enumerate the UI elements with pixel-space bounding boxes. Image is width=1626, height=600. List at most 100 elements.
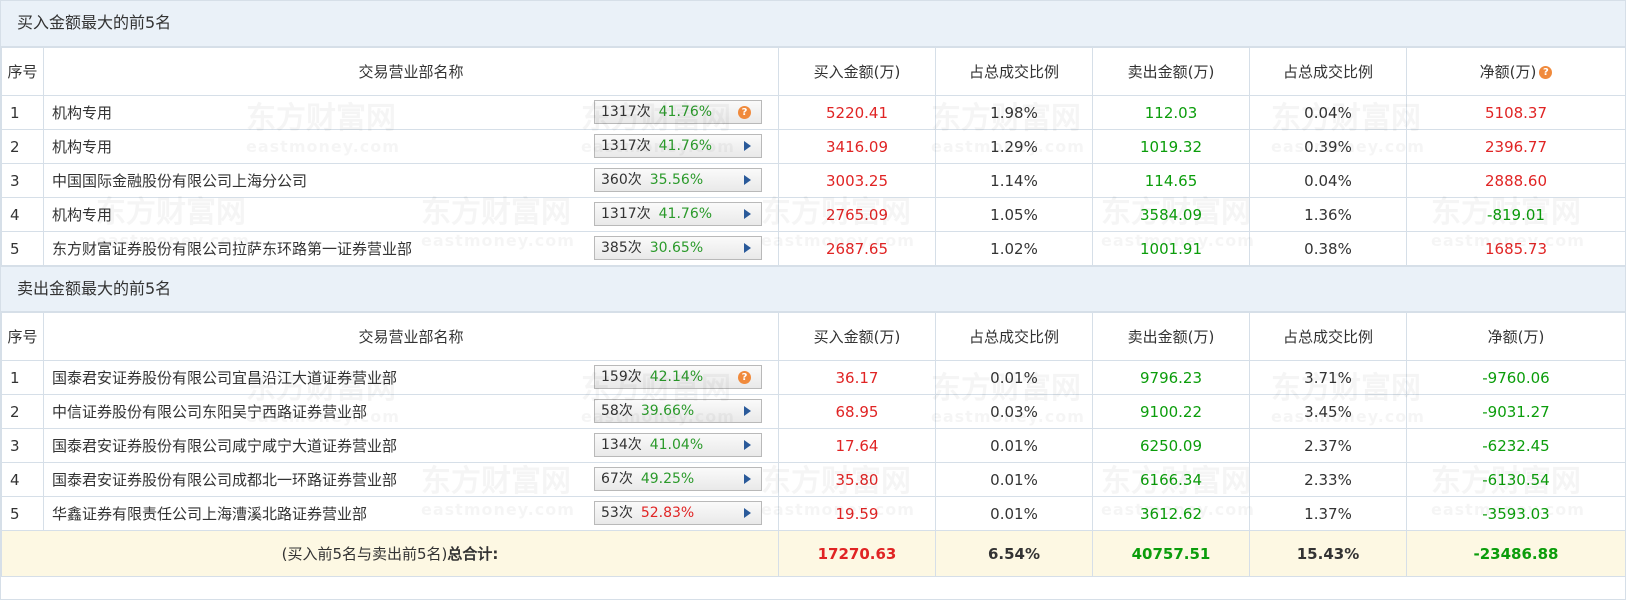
sell-ratio: 1.37% [1249, 496, 1407, 531]
net-amount: -9760.06 [1406, 360, 1626, 395]
broker-cell: 中信证券股份有限公司东阳吴宁西路证券营业部 58次 39.66% [43, 394, 779, 429]
total-sell-ratio: 15.43% [1249, 530, 1407, 577]
broker-stats-button[interactable]: 58次 39.66% [594, 399, 762, 423]
buy-amount: 5220.41 [778, 95, 936, 130]
buy-ratio: 0.01% [935, 496, 1093, 531]
col-name: 交易营业部名称 [43, 312, 779, 361]
broker-cell: 机构专用 1317次 41.76%? [43, 95, 779, 130]
arrow-right-icon[interactable] [744, 209, 751, 219]
win-rate: 41.76% [658, 138, 713, 154]
broker-stats-button[interactable]: 1317次 41.76% [594, 202, 762, 226]
net-amount: 5108.37 [1406, 95, 1626, 130]
total-buy: 17270.63 [778, 530, 936, 577]
win-rate: 35.56% [649, 172, 704, 188]
broker-stats-button[interactable]: 67次 49.25% [594, 467, 762, 491]
buy-table-header: 序号 交易营业部名称 买入金额(万) 占总成交比例 卖出金额(万) 占总成交比例… [1, 47, 1626, 96]
net-amount: -3593.03 [1406, 496, 1626, 531]
broker-name-link[interactable]: 机构专用 [52, 204, 112, 225]
broker-name-link[interactable]: 中国国际金融股份有限公司上海分公司 [52, 170, 307, 191]
buy-amount: 3416.09 [778, 129, 936, 164]
broker-name-link[interactable]: 国泰君安证券股份有限公司成都北一环路证券营业部 [52, 469, 397, 490]
buy-ratio: 1.29% [935, 129, 1093, 164]
buy-amount: 17.64 [778, 428, 936, 463]
buy-ratio: 0.01% [935, 428, 1093, 463]
broker-name-link[interactable]: 机构专用 [52, 136, 112, 157]
table-row: 2 中信证券股份有限公司东阳吴宁西路证券营业部 58次 39.66% 68.95 0.03… [1, 394, 1626, 429]
appearance-count: 1317次 [601, 104, 651, 120]
sell-amount: 112.03 [1092, 95, 1250, 130]
broker-name-link[interactable]: 国泰君安证券股份有限公司咸宁咸宁大道证券营业部 [52, 435, 397, 456]
col-net-label: 净额(万) [1479, 63, 1537, 81]
appearance-count: 134次 [601, 437, 642, 453]
col-name: 交易营业部名称 [43, 47, 779, 96]
arrow-right-icon[interactable] [744, 474, 751, 484]
arrow-right-icon[interactable] [744, 406, 751, 416]
appearance-count: 159次 [601, 369, 642, 385]
buy-ratio: 0.03% [935, 394, 1093, 429]
buy-amount: 2765.09 [778, 197, 936, 232]
broker-stats-button[interactable]: 134次 41.04% [594, 433, 762, 457]
broker-stats-button[interactable]: 159次 42.14%? [594, 365, 762, 389]
arrow-right-icon[interactable] [744, 440, 751, 450]
col-buy-ratio: 占总成交比例 [935, 312, 1093, 361]
arrow-right-icon[interactable] [744, 175, 751, 185]
row-index: 2 [1, 129, 44, 164]
total-sell: 40757.51 [1092, 530, 1250, 577]
win-rate: 41.04% [649, 437, 704, 453]
broker-stats-button[interactable]: 1317次 41.76%? [594, 100, 762, 124]
broker-stats-button[interactable]: 385次 30.65% [594, 236, 762, 260]
sell-table-header: 序号 交易营业部名称 买入金额(万) 占总成交比例 卖出金额(万) 占总成交比例… [1, 312, 1626, 361]
broker-name-link[interactable]: 东方财富证券股份有限公司拉萨东环路第一证券营业部 [52, 238, 412, 259]
table-row: 5 华鑫证券有限责任公司上海漕溪北路证券营业部 53次 52.83% 19.59 0.01… [1, 496, 1626, 531]
col-sell-ratio: 占总成交比例 [1249, 47, 1407, 96]
question-icon[interactable]: ? [1539, 66, 1553, 79]
arrow-right-icon[interactable] [744, 243, 751, 253]
question-icon[interactable]: ? [738, 105, 751, 119]
win-rate: 52.83% [640, 505, 695, 521]
broker-cell: 东方财富证券股份有限公司拉萨东环路第一证券营业部 385次 30.65% [43, 231, 779, 266]
broker-stats-button[interactable]: 53次 52.83% [594, 501, 762, 525]
appearance-count: 53次 [601, 505, 633, 521]
sell-ratio: 0.39% [1249, 129, 1407, 164]
broker-name-link[interactable]: 机构专用 [52, 102, 112, 123]
total-buy-ratio: 6.54% [935, 530, 1093, 577]
dragon-tiger-table: 买入金额最大的前5名 序号 交易营业部名称 买入金额(万) 占总成交比例 卖出金… [0, 0, 1626, 600]
table-row: 4 机构专用 1317次 41.76% 2765.09 1.05% 3584.09 1.36%… [1, 197, 1626, 232]
table-row: 1 机构专用 1317次 41.76%? 5220.41 1.98% 112.03 0.04%… [1, 95, 1626, 130]
appearance-count: 385次 [601, 240, 642, 256]
col-idx: 序号 [1, 312, 44, 361]
col-net: 净额(万) [1406, 312, 1626, 361]
buy-ratio: 1.98% [935, 95, 1093, 130]
appearance-count: 67次 [601, 471, 633, 487]
broker-stats-button[interactable]: 1317次 41.76% [594, 134, 762, 158]
table-row: 4 国泰君安证券股份有限公司成都北一环路证券营业部 67次 49.25% 35.80 0.… [1, 462, 1626, 497]
col-buy-ratio: 占总成交比例 [935, 47, 1093, 96]
win-rate: 49.25% [640, 471, 695, 487]
arrow-right-icon[interactable] [744, 508, 751, 518]
sell-amount: 1019.32 [1092, 129, 1250, 164]
badge-icon-wrap [744, 169, 751, 191]
broker-stats-button[interactable]: 360次 35.56% [594, 168, 762, 192]
buy-ratio: 1.02% [935, 231, 1093, 266]
broker-name-link[interactable]: 华鑫证券有限责任公司上海漕溪北路证券营业部 [52, 503, 367, 524]
broker-name-link[interactable]: 国泰君安证券股份有限公司宜昌沿江大道证券营业部 [52, 367, 397, 388]
row-index: 1 [1, 95, 44, 130]
badge-icon-wrap [744, 135, 751, 157]
broker-cell: 国泰君安证券股份有限公司宜昌沿江大道证券营业部 159次 42.14%? [43, 360, 779, 395]
broker-name-link[interactable]: 中信证券股份有限公司东阳吴宁西路证券营业部 [52, 401, 367, 422]
buy-table-body: 1 机构专用 1317次 41.76%? 5220.41 1.98% 112.03 0.04%… [1, 95, 1626, 266]
arrow-right-icon[interactable] [744, 141, 751, 151]
buy-ratio: 1.05% [935, 197, 1093, 232]
sell-amount: 9796.23 [1092, 360, 1250, 395]
broker-cell: 国泰君安证券股份有限公司成都北一环路证券营业部 67次 49.25% [43, 462, 779, 497]
win-rate: 41.76% [658, 104, 713, 120]
buy-amount: 68.95 [778, 394, 936, 429]
buy-amount: 2687.65 [778, 231, 936, 266]
table-row: 3 国泰君安证券股份有限公司咸宁咸宁大道证券营业部 134次 41.04% 17.64 0… [1, 428, 1626, 463]
badge-icon-wrap [744, 203, 751, 225]
buy-section-title: 买入金额最大的前5名 [1, 1, 1625, 47]
question-icon[interactable]: ? [738, 370, 751, 384]
row-index: 3 [1, 428, 44, 463]
net-amount: 2888.60 [1406, 163, 1626, 198]
buy-table: 序号 交易营业部名称 买入金额(万) 占总成交比例 卖出金额(万) 占总成交比例… [1, 47, 1626, 266]
